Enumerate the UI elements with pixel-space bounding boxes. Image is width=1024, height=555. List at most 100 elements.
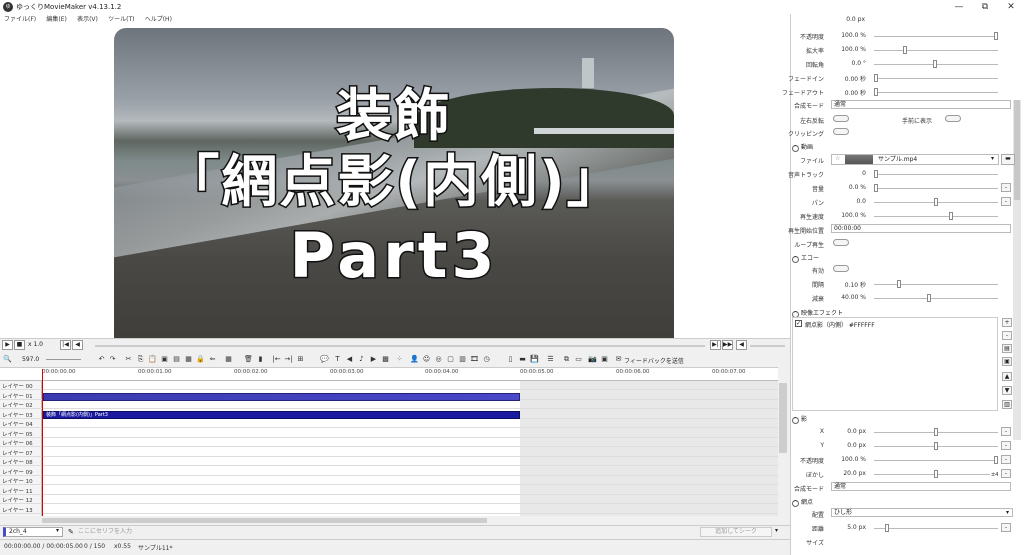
- playhead[interactable]: [42, 369, 43, 517]
- speed-value[interactable]: 100.0 %: [826, 212, 866, 219]
- voice-icon[interactable]: ◀: [345, 355, 354, 364]
- layout-select[interactable]: ひし形: [831, 508, 1013, 517]
- grid-icon[interactable]: ▦: [224, 355, 233, 364]
- shadow-opacity-value[interactable]: 100.0 %: [826, 456, 866, 463]
- shadow-opacity-knob[interactable]: [994, 456, 998, 464]
- blur-slider[interactable]: [874, 474, 990, 475]
- layer-row[interactable]: レイヤー 07: [0, 448, 778, 457]
- time-ruler[interactable]: [0, 368, 778, 381]
- person-icon[interactable]: 👤: [410, 355, 419, 364]
- layer-row[interactable]: レイヤー 10: [0, 476, 778, 486]
- picture-icon[interactable]: ▩: [381, 355, 390, 364]
- shadow-opacity-slider[interactable]: [874, 460, 998, 461]
- fadein-slider[interactable]: [874, 78, 998, 79]
- menu-edit[interactable]: 編集(E): [42, 14, 70, 25]
- scale-value[interactable]: 100.0 %: [826, 46, 866, 53]
- opacity-slider[interactable]: [874, 36, 998, 37]
- lock-icon[interactable]: 🔒: [196, 355, 205, 364]
- video-clip[interactable]: [43, 393, 520, 401]
- zoom-slider[interactable]: [46, 359, 81, 360]
- echo-toggle[interactable]: [833, 265, 849, 272]
- x-knob[interactable]: [934, 428, 938, 436]
- skip-start-icon[interactable]: |◀: [60, 340, 71, 350]
- effect-settings-icon[interactable]: ▥: [1002, 400, 1012, 409]
- menu-file[interactable]: ファイル(F): [0, 14, 40, 25]
- undo-icon[interactable]: ↶: [97, 355, 106, 364]
- speed-slider[interactable]: [874, 216, 998, 217]
- x-value[interactable]: 0.0 px: [826, 428, 866, 435]
- arrow-icon[interactable]: ⇐: [208, 355, 217, 364]
- add-and-seek-button[interactable]: 追加してシーク: [700, 527, 772, 537]
- interval-knob[interactable]: [897, 280, 901, 288]
- star-icon[interactable]: ☆: [835, 155, 840, 162]
- keyframe-button[interactable]: -: [1001, 197, 1011, 206]
- shadow-blend-select[interactable]: 通常: [831, 482, 1011, 491]
- blur-knob[interactable]: [934, 470, 938, 478]
- y-knob[interactable]: [934, 442, 938, 450]
- copy-icon[interactable]: ⎘: [136, 355, 145, 364]
- fadeout-slider[interactable]: [874, 92, 998, 93]
- menu-view[interactable]: 表示(V): [73, 14, 102, 25]
- music-icon[interactable]: ♪: [357, 355, 366, 364]
- feedback-button[interactable]: フィードバックを送信: [624, 356, 684, 365]
- decay-value[interactable]: 40.00 %: [826, 294, 866, 301]
- keyframe-button[interactable]: -: [1001, 427, 1011, 436]
- maximize-icon[interactable]: ⧉: [972, 0, 998, 14]
- speed-knob[interactable]: [949, 212, 953, 220]
- face-icon[interactable]: ☺: [422, 355, 431, 364]
- layer-row[interactable]: レイヤー 12: [0, 495, 778, 505]
- rotate-knob[interactable]: [933, 60, 937, 68]
- horizontal-scroll-thumb[interactable]: [42, 518, 487, 523]
- pan-knob[interactable]: [934, 198, 938, 206]
- interval-slider[interactable]: [874, 284, 998, 285]
- minimize-icon[interactable]: —: [946, 0, 972, 14]
- chevron-down-icon[interactable]: ▾: [1006, 509, 1009, 516]
- fadein-value[interactable]: 0.00 秒: [826, 74, 866, 83]
- effect-list[interactable]: [792, 317, 998, 411]
- spacing-slider[interactable]: [874, 528, 998, 529]
- film-icon[interactable]: 🎞: [470, 355, 479, 364]
- comment-icon[interactable]: 💬: [320, 355, 329, 364]
- opacity-value[interactable]: 100.0 %: [826, 32, 866, 39]
- text-clip[interactable]: 装飾「網点影(内側)」Part3: [43, 411, 520, 419]
- pan-value[interactable]: 0.0: [826, 198, 866, 205]
- layer-row[interactable]: レイヤー 00: [0, 381, 778, 391]
- camera-icon[interactable]: 📷: [588, 355, 597, 364]
- align-icon[interactable]: ⊞: [296, 355, 305, 364]
- audio-track-slider[interactable]: [874, 174, 998, 175]
- layer-row[interactable]: レイヤー 08: [0, 457, 778, 467]
- y-value[interactable]: 0.0 px: [826, 442, 866, 449]
- layer-row[interactable]: レイヤー 05: [0, 429, 778, 438]
- volume-knob[interactable]: [874, 184, 878, 192]
- layer-row[interactable]: レイヤー 09: [0, 467, 778, 476]
- interval-value[interactable]: 0.10 秒: [826, 280, 866, 289]
- volume-slider[interactable]: [750, 345, 785, 347]
- layer-row[interactable]: レイヤー 04: [0, 419, 778, 429]
- loop-toggle[interactable]: [833, 239, 849, 246]
- zoom-value[interactable]: 597.0: [22, 356, 39, 363]
- text-icon[interactable]: T: [333, 355, 342, 364]
- scene-icon[interactable]: ▥: [458, 355, 467, 364]
- collapse-icon[interactable]: ^: [792, 256, 799, 263]
- audio-track-knob[interactable]: [874, 170, 878, 178]
- video-icon[interactable]: ▶: [369, 355, 378, 364]
- collapse-icon[interactable]: ^: [792, 145, 799, 152]
- move-down-icon[interactable]: ▼: [1002, 386, 1012, 395]
- halftone-section-header[interactable]: ^ 網点: [792, 497, 813, 507]
- blur-value[interactable]: 20.0 px: [826, 470, 866, 477]
- seek-bar[interactable]: [95, 345, 705, 347]
- doc-icon[interactable]: ▯: [506, 355, 515, 364]
- monitor-icon[interactable]: ▣: [600, 355, 609, 364]
- folder-open-icon[interactable]: ▬: [1001, 154, 1015, 165]
- move-up-icon[interactable]: ▲: [1002, 372, 1012, 381]
- shadow-section-header[interactable]: ^ 影: [792, 414, 807, 424]
- keyframe-button[interactable]: -: [1001, 183, 1011, 192]
- frame-icon[interactable]: ▢: [446, 355, 455, 364]
- scale-knob[interactable]: [903, 46, 907, 54]
- split-left-icon[interactable]: |←: [272, 355, 281, 364]
- volume-value[interactable]: 0.0 %: [826, 184, 866, 191]
- flip-toggle[interactable]: [833, 115, 849, 122]
- trash-icon[interactable]: ▮: [256, 355, 265, 364]
- chevron-down-icon[interactable]: ▾: [56, 527, 59, 534]
- layer-row[interactable]: レイヤー 11: [0, 486, 778, 495]
